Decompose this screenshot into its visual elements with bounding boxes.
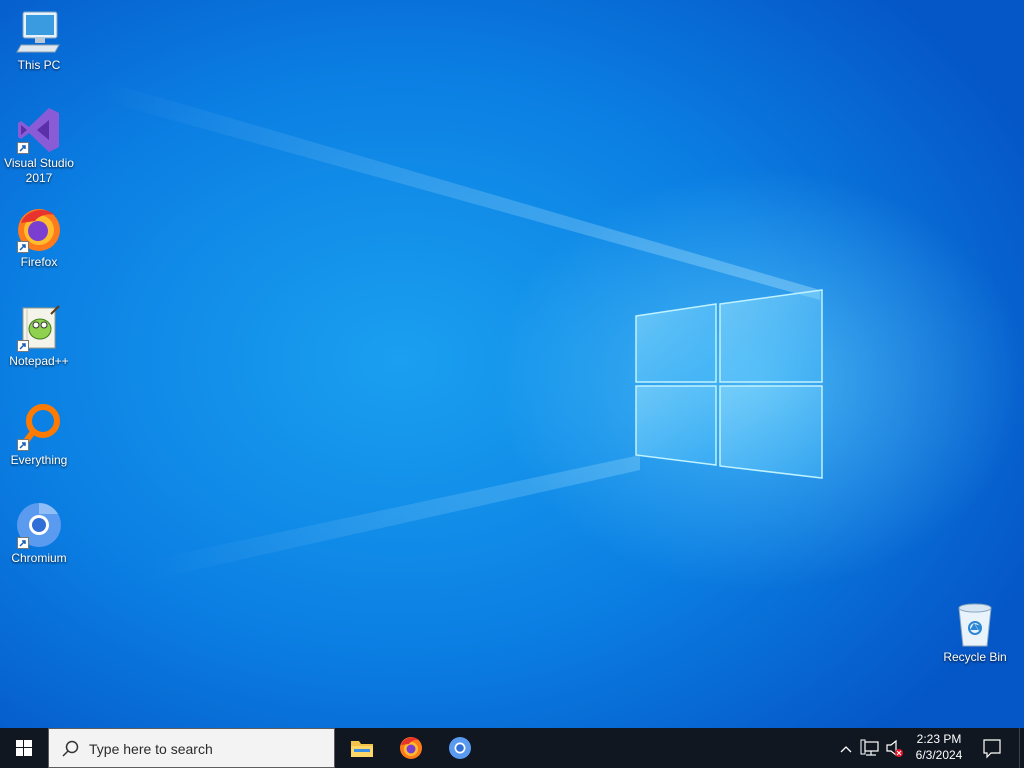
recycle-bin-icon [951,600,999,648]
shortcut-arrow-icon [17,142,29,154]
taskbar-app-firefox[interactable] [387,728,435,768]
search-placeholder: Type here to search [89,741,213,757]
desktop-icon-label: Everything [10,453,68,467]
desktop-icon-this-pc[interactable]: This PC [0,8,78,73]
clock-time: 2:23 PM [916,732,962,746]
desktop-icon-label: Visual Studio 2017 [4,156,74,185]
taskbar-app-file-explorer[interactable] [338,728,386,768]
shortcut-arrow-icon [17,241,29,253]
desktop-icon-label: This PC [17,58,61,72]
shortcut-arrow-icon [17,439,29,451]
desktop-icon-everything[interactable]: Everything [0,403,78,468]
firefox-icon [400,737,422,759]
shortcut-arrow-icon [17,537,29,549]
notepadpp-icon [15,304,63,352]
chromium-icon [449,737,471,759]
action-center-button[interactable] [980,728,1004,768]
chevron-up-icon [840,746,852,753]
taskbar-clock[interactable]: 2:23 PM 6/3/2024 [900,731,978,763]
network-tray-button[interactable] [860,728,882,768]
windows-logo-wallpaper [100,80,823,580]
firefox-icon [15,205,63,253]
folder-icon [351,741,373,757]
desktop-icon-firefox[interactable]: Firefox [0,205,78,270]
desktop-icon-chromium[interactable]: Chromium [0,501,78,566]
start-button[interactable] [0,728,48,768]
desktop-icon-label: Chromium [11,551,67,565]
taskbar-search-box[interactable]: Type here to search [48,728,335,768]
taskbar-app-chromium[interactable] [436,728,484,768]
desktop-icon-recycle-bin[interactable]: Recycle Bin [936,600,1014,665]
show-hidden-icons-button[interactable] [838,728,854,768]
everything-search-icon [15,403,63,451]
taskbar: Type here to search 2:23 PM 6/3/2024 [0,728,1024,768]
show-desktop-button[interactable] [1019,728,1024,768]
desktop-icon-label: Firefox [20,255,58,269]
chromium-icon [15,501,63,549]
windows-logo-icon [16,740,32,756]
desktop-wallpaper[interactable]: This PC Visual Studio 2017 Firefox Notep… [0,0,1024,728]
desktop-icon-notepadpp[interactable]: Notepad++ [0,304,78,369]
visual-studio-icon [15,106,63,154]
network-icon [860,739,879,756]
clock-date: 6/3/2024 [915,748,963,762]
notification-icon [983,739,1001,759]
desktop-icon-label: Notepad++ [9,354,69,368]
desktop-icon-visual-studio[interactable]: Visual Studio 2017 [0,106,78,186]
desktop-icon-label: Recycle Bin [943,650,1007,664]
search-icon [62,740,79,757]
shortcut-arrow-icon [17,340,29,352]
computer-icon [15,8,63,56]
